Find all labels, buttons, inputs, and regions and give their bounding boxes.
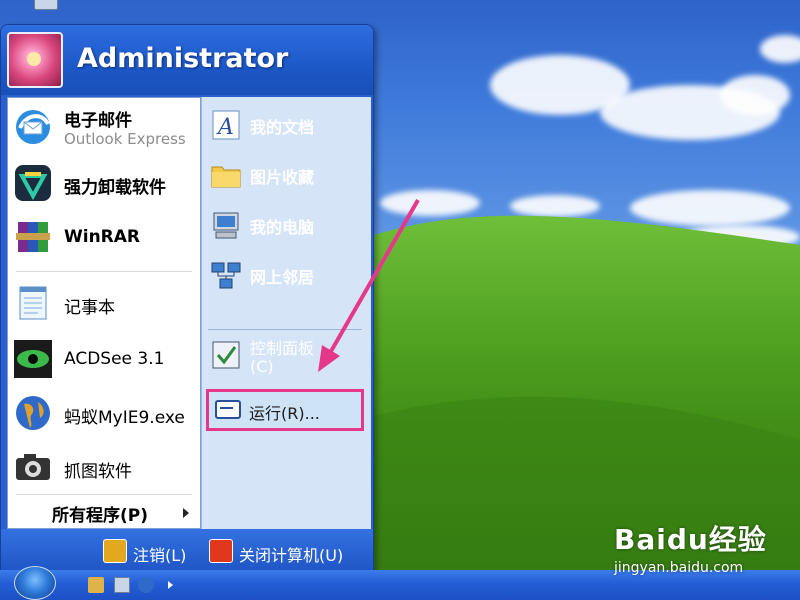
- annotation-arrow: [318, 199, 420, 372]
- watermark-url: jingyan.baidu.com: [614, 560, 744, 576]
- baidu-jingyan-watermark: Baidu经验 jingyan.baidu.com: [614, 518, 767, 576]
- watermark-brand: Baidu经验: [614, 523, 767, 556]
